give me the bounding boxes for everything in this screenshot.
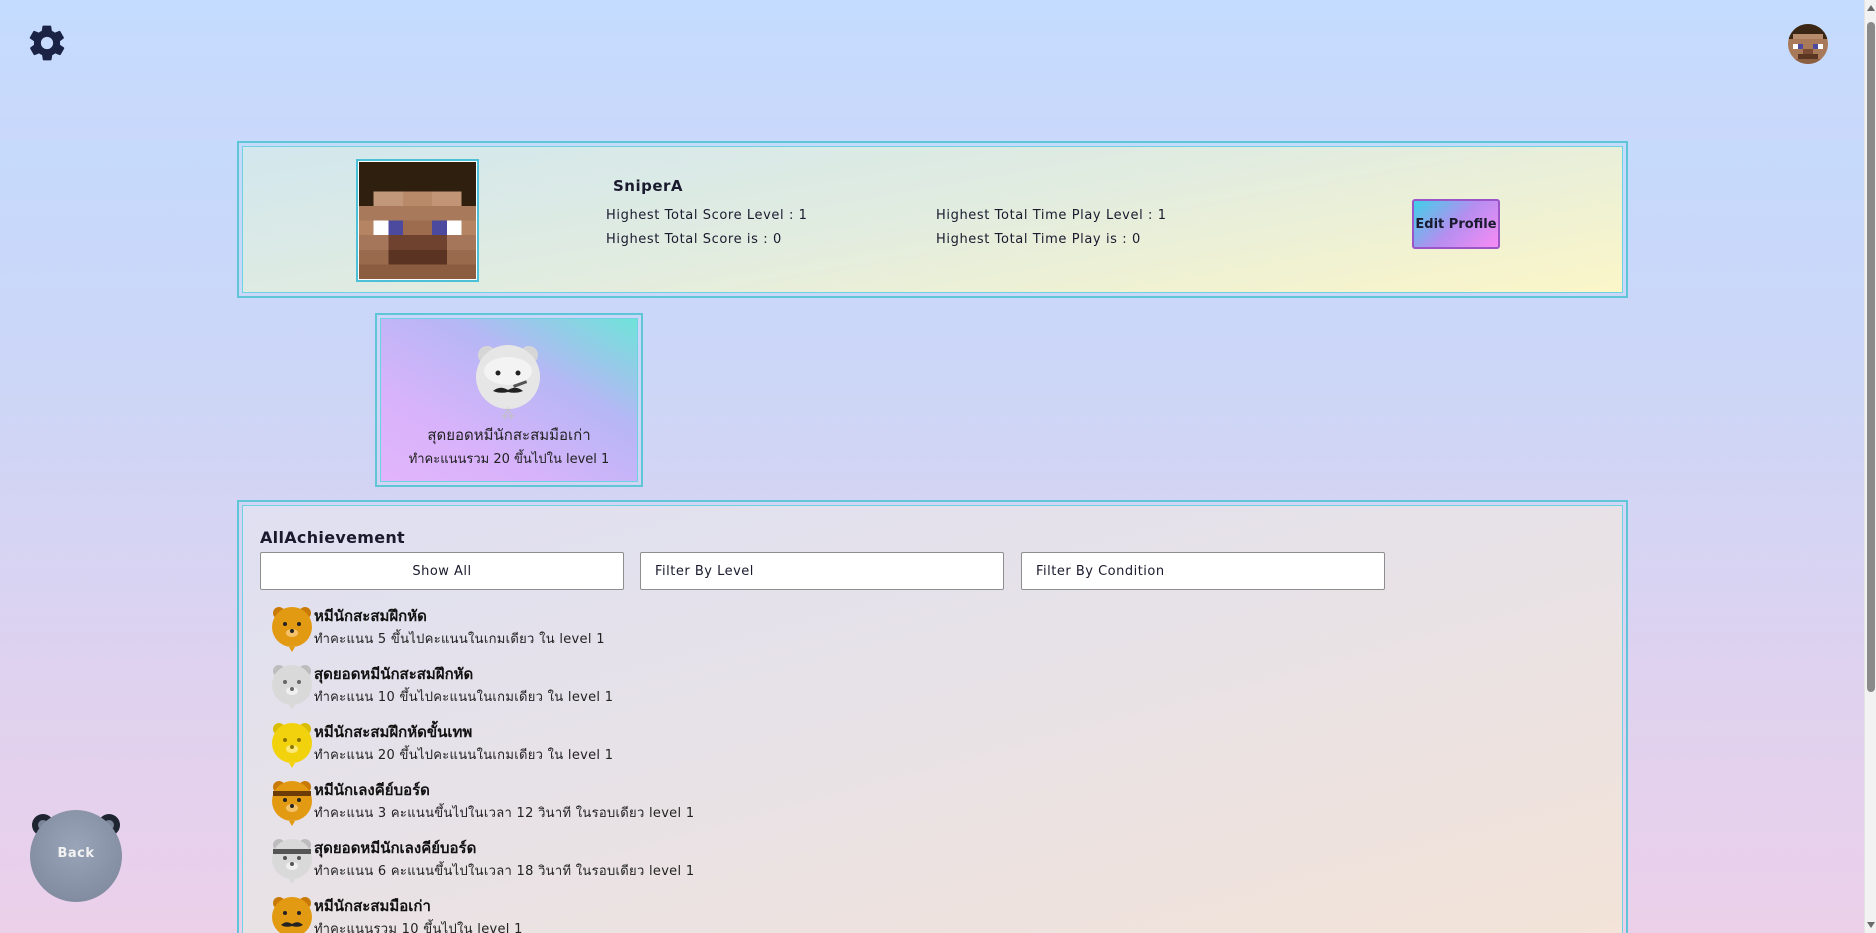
svg-text:⁂: ⁂ bbox=[501, 407, 515, 421]
highest-time-level: Highest Total Time Play Level : 1 bbox=[936, 208, 1167, 223]
achievement-title: หมีนักสะสมฝึกหัดขั้นเทพ bbox=[314, 723, 473, 741]
silver-bear-mustache-icon: ⁂ bbox=[473, 341, 543, 423]
filter-by-condition-button[interactable]: Filter By Condition bbox=[1021, 552, 1385, 590]
bronze-bear-icon bbox=[270, 604, 314, 652]
top-bar bbox=[0, 0, 1866, 140]
featured-achievement-card: ⁂ สุดยอดหมีนักสะสมมือเก่า ทำคะแนนรวม 20 … bbox=[375, 313, 643, 487]
achievement-title: สุดยอดหมีนักสะสมฝึกหัด bbox=[314, 665, 474, 683]
bronze-bear-mustache-icon bbox=[270, 894, 314, 933]
scrollbar-thumb[interactable] bbox=[1867, 22, 1875, 692]
list-item[interactable]: สุดยอดหมีนักเลงคีย์บอร์ด ทำคะแนน 6 คะแนน… bbox=[270, 834, 970, 892]
silver-bear-icon bbox=[270, 662, 314, 710]
filter-by-level-button[interactable]: Filter By Level bbox=[640, 552, 1004, 590]
highest-score: Highest Total Score is : 0 bbox=[606, 232, 782, 247]
achievement-title: หมีนักเลงคีย์บอร์ด bbox=[314, 781, 430, 799]
edit-profile-button[interactable]: Edit Profile bbox=[1412, 199, 1500, 249]
scroll-up-icon[interactable] bbox=[1867, 5, 1875, 11]
list-item[interactable]: หมีนักสะสมมือเก่า ทำคะแนนรวม 10 ขึ้นไปใน… bbox=[270, 892, 970, 933]
achievements-heading: AllAchievement bbox=[260, 528, 405, 547]
achievement-description: ทำคะแนนรวม 10 ขึ้นไปใน level 1 bbox=[314, 922, 523, 933]
achievement-description: ทำคะแนน 10 ขึ้นไปคะแนนในเกมเดียว ใน leve… bbox=[314, 690, 614, 705]
list-item[interactable]: หมีนักเลงคีย์บอร์ด ทำคะแนน 3 คะแนนขึ้นไป… bbox=[270, 776, 970, 834]
achievement-title: สุดยอดหมีนักเลงคีย์บอร์ด bbox=[314, 839, 477, 857]
list-item[interactable]: หมีนักสะสมฝึกหัดขั้นเทพ ทำคะแนน 20 ขึ้นไ… bbox=[270, 718, 970, 776]
scroll-down-icon[interactable] bbox=[1867, 922, 1875, 928]
achievement-description: ทำคะแนน 20 ขึ้นไปคะแนนในเกมเดียว ใน leve… bbox=[314, 748, 614, 763]
list-item[interactable]: สุดยอดหมีนักสะสมฝึกหัด ทำคะแนน 10 ขึ้นไป… bbox=[270, 660, 970, 718]
list-item[interactable]: หมีนักสะสมฝึกหัด ทำคะแนน 5 ขึ้นไปคะแนนใน… bbox=[270, 602, 970, 660]
back-button[interactable]: Back bbox=[30, 810, 122, 902]
achievement-list: หมีนักสะสมฝึกหัด ทำคะแนน 5 ขึ้นไปคะแนนใน… bbox=[270, 602, 970, 933]
achievements-panel: AllAchievement Show All Filter By Level … bbox=[237, 500, 1628, 933]
avatar[interactable] bbox=[1788, 24, 1828, 64]
gear-icon[interactable] bbox=[26, 22, 68, 64]
profile-avatar bbox=[356, 159, 479, 282]
highest-time: Highest Total Time Play is : 0 bbox=[936, 232, 1141, 247]
silver-bear-headband-icon bbox=[270, 836, 314, 884]
bronze-bear-headband-icon bbox=[270, 778, 314, 826]
scrollbar[interactable] bbox=[1864, 0, 1876, 933]
achievement-description: ทำคะแนน 5 ขึ้นไปคะแนนในเกมเดียว ใน level… bbox=[314, 632, 605, 647]
achievement-description: ทำคะแนน 6 คะแนนขึ้นไปในเวลา 18 วินาที ใน… bbox=[314, 864, 695, 879]
username: SniperA bbox=[613, 177, 684, 195]
highest-score-level: Highest Total Score Level : 1 bbox=[606, 208, 808, 223]
achievement-title: หมีนักสะสมฝึกหัด bbox=[314, 607, 427, 625]
achievement-description: ทำคะแนน 3 คะแนนขึ้นไปในเวลา 12 วินาที ใน… bbox=[314, 806, 695, 821]
profile-card: SniperA Highest Total Score Level : 1 Hi… bbox=[237, 141, 1628, 298]
featured-achievement-title: สุดยอดหมีนักสะสมมือเก่า bbox=[427, 426, 591, 444]
back-label: Back bbox=[57, 846, 95, 861]
achievement-title: หมีนักสะสมมือเก่า bbox=[314, 897, 431, 915]
show-all-button[interactable]: Show All bbox=[260, 552, 624, 590]
gold-bear-icon bbox=[270, 720, 314, 768]
featured-achievement-description: ทำคะแนนรวม 20 ขึ้นไปใน level 1 bbox=[408, 452, 610, 467]
